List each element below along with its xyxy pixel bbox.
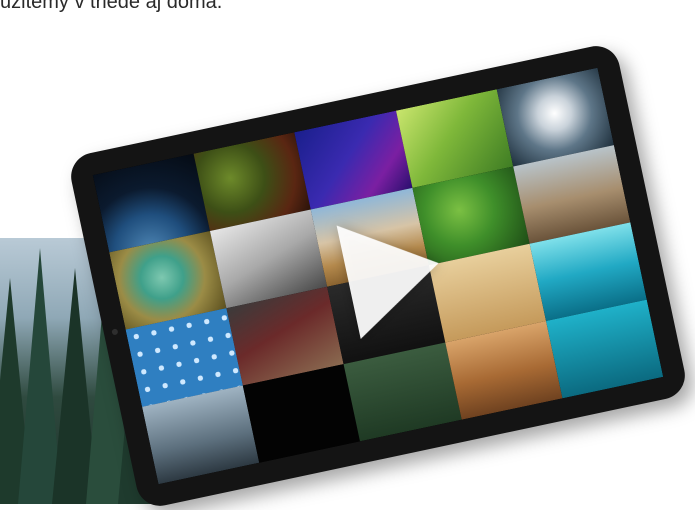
camera-dot <box>111 328 119 336</box>
caption-text: užitemy v triede aj doma. <box>0 0 223 13</box>
tablet-device <box>66 41 690 510</box>
